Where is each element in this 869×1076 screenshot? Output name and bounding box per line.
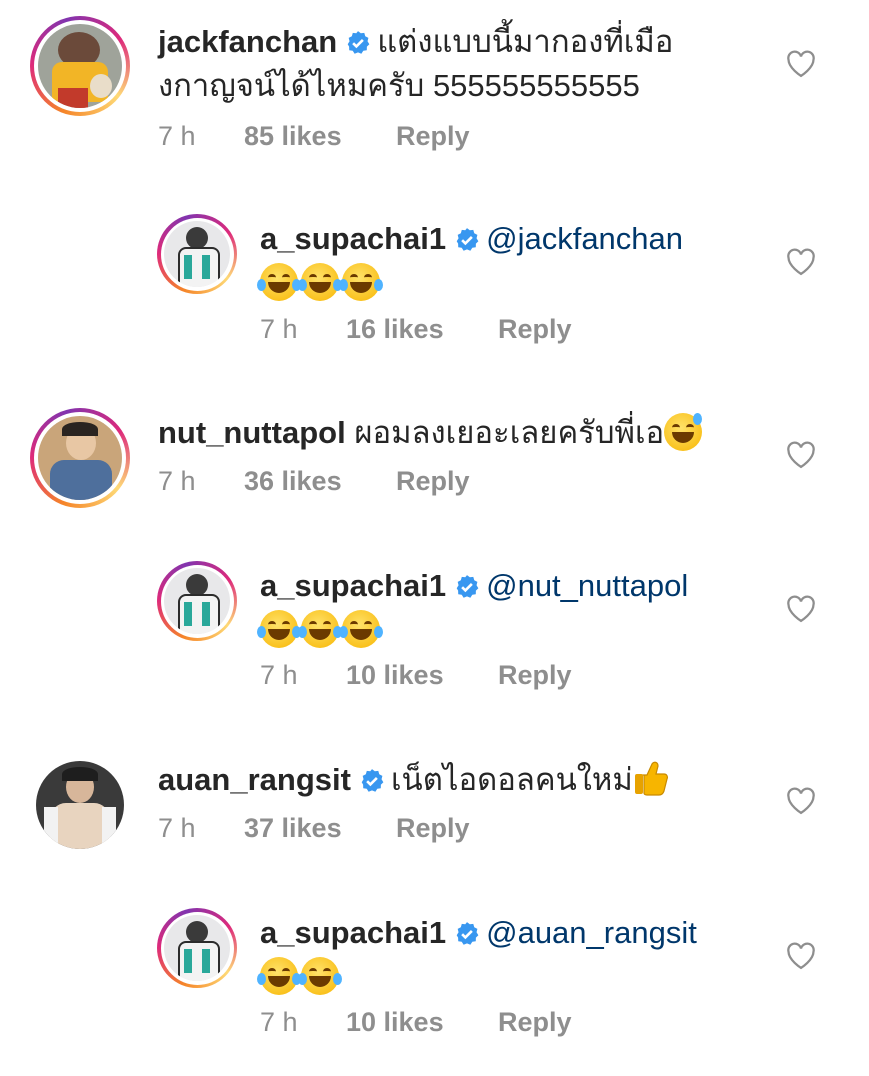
likes-count[interactable]: 16 likes [346,314,498,345]
likes-count[interactable]: 37 likes [244,813,396,844]
comment-time: 7 h [158,813,196,843]
thumbs-up-emoji [634,761,668,796]
likes-count[interactable]: 10 likes [346,660,498,691]
story-ring[interactable] [157,214,237,294]
mention-link[interactable]: @nut_nuttapol [486,568,688,603]
reply-button[interactable]: Reply [498,660,572,691]
comment-text: ผอมลงเยอะเลยครับพี่เอ [354,415,665,450]
reply-button[interactable]: Reply [396,466,470,497]
likes-count[interactable]: 10 likes [346,1007,498,1038]
verified-badge-icon [456,922,479,945]
tears-of-joy-emoji [298,263,342,301]
comment-time: 7 h [260,660,298,690]
likes-count[interactable]: 85 likes [244,121,396,152]
comment-text: แต่งแบบนี้มากองที่เมือ [377,24,674,59]
reply-button[interactable]: Reply [396,813,470,844]
comment-text: งกาญจน์ได้ไหมครับ 555555555555 [158,68,640,103]
tears-of-joy-emoji [257,263,301,301]
comment-username[interactable]: a_supachai1 [260,915,446,950]
avatar[interactable] [36,761,124,849]
story-ring[interactable] [30,16,130,116]
reply-button[interactable]: Reply [498,314,572,345]
tears-of-joy-emoji [257,957,301,995]
comment-username[interactable]: auan_rangsit [158,762,351,797]
story-ring[interactable] [30,408,130,508]
verified-badge-icon [456,575,479,598]
grinning-sweat-emoji [664,413,703,451]
verified-badge-icon [361,769,384,792]
verified-badge-icon [456,228,479,251]
story-ring[interactable] [157,561,237,641]
heart-icon[interactable] [786,787,816,815]
verified-badge-icon [347,31,370,54]
comment-username[interactable]: jackfanchan [158,24,337,59]
tears-of-joy-emoji [339,610,383,648]
heart-icon[interactable] [786,595,816,623]
tears-of-joy-emoji [298,957,342,995]
avatar[interactable] [38,416,122,500]
story-ring[interactable] [157,908,237,988]
avatar[interactable] [38,24,122,108]
comment-time: 7 h [158,466,196,496]
mention-link[interactable]: @auan_rangsit [486,915,697,950]
avatar[interactable] [164,221,230,287]
heart-icon[interactable] [786,441,816,469]
tears-of-joy-emoji [257,610,301,648]
avatar-frame[interactable] [30,755,130,855]
comment-time: 7 h [158,121,196,151]
comment-username[interactable]: a_supachai1 [260,221,446,256]
likes-count[interactable]: 36 likes [244,466,396,497]
reply-button[interactable]: Reply [396,121,470,152]
heart-icon[interactable] [786,248,816,276]
tears-of-joy-emoji [339,263,383,301]
avatar[interactable] [164,915,230,981]
reply-button[interactable]: Reply [498,1007,572,1038]
avatar[interactable] [164,568,230,634]
heart-icon[interactable] [786,942,816,970]
comment-time: 7 h [260,1007,298,1037]
mention-link[interactable]: @jackfanchan [486,221,683,256]
comment-time: 7 h [260,314,298,344]
comment-username[interactable]: nut_nuttapol [158,415,346,450]
heart-icon[interactable] [786,50,816,78]
tears-of-joy-emoji [298,610,342,648]
comment-username[interactable]: a_supachai1 [260,568,446,603]
comment-text: เน็ตไอดอลคนใหม่ [390,762,633,797]
